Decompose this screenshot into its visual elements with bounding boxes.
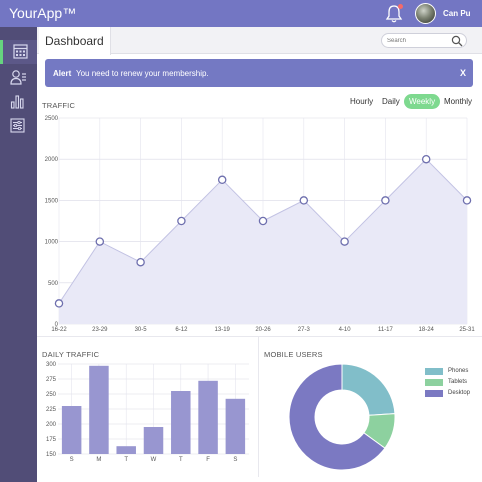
sidebar-item-members[interactable] [0, 65, 37, 89]
sidebar-item-charts[interactable] [0, 90, 37, 114]
section-divider [37, 336, 482, 337]
traffic-point [421, 154, 431, 164]
daily-bar [61, 406, 82, 454]
traffic-point [95, 237, 105, 246]
user-name[interactable]: Can Pu [443, 9, 471, 18]
search-input[interactable] [387, 36, 447, 46]
settings-sliders-icon [10, 118, 25, 133]
y-tick-label: 225 [46, 407, 57, 413]
sidebar-item-dashboard[interactable] [0, 40, 37, 64]
search-box [381, 33, 467, 48]
traffic-point [340, 237, 349, 246]
range-monthly[interactable]: Monthly [444, 97, 472, 106]
y-tick-label: 300 [46, 362, 57, 368]
traffic-point [136, 257, 145, 267]
avatar[interactable] [415, 3, 436, 24]
traffic-point [299, 196, 309, 205]
users-icon [10, 70, 26, 85]
app-title: YourApp™ [9, 5, 77, 21]
x-tick-label: M [96, 457, 101, 463]
y-tick-label: 175 [46, 437, 57, 443]
x-tick-label: 11-17 [378, 327, 394, 333]
alert-banner: Alert You need to renew your membership.… [45, 59, 473, 87]
daily-bar [89, 365, 109, 454]
legend-desktop: Desktop [448, 390, 471, 396]
traffic-point [54, 299, 64, 308]
daily-bar [198, 380, 218, 454]
traffic-title: TRAFFIC [42, 101, 76, 110]
x-tick-label: T [179, 457, 183, 463]
legend-swatch-phones [425, 368, 443, 375]
main-content: Dashboard Alert You need to renew your m… [37, 27, 482, 482]
sidebar-item-settings[interactable] [0, 114, 37, 138]
range-hourly[interactable]: Hourly [350, 97, 373, 106]
range-weekly[interactable]: Weekly [404, 94, 441, 109]
x-tick-label: 13-19 [215, 327, 231, 333]
daily-traffic-title: DAILY TRAFFIC [42, 350, 100, 359]
y-tick-label: 275 [46, 377, 57, 383]
daily-traffic-chart: 150 175 200 225 250 275 300 S M T W T F S [46, 362, 249, 463]
alert-title: Alert [53, 69, 72, 78]
traffic-point [381, 196, 390, 205]
x-tick-label: 27-3 [298, 327, 311, 333]
y-tick-label: 1000 [45, 240, 59, 246]
x-tick-label: W [151, 457, 157, 463]
y-tick-label: 250 [46, 392, 57, 398]
x-tick-label: 20-26 [255, 327, 271, 333]
mobile-users-title: MOBILE USERS [264, 350, 323, 359]
range-daily[interactable]: Daily [382, 97, 400, 106]
x-tick-label: T [124, 457, 128, 463]
x-tick-label: 6-12 [175, 327, 188, 333]
y-tick-label: 500 [48, 281, 59, 287]
traffic-point [462, 196, 472, 205]
bar-chart-icon [10, 95, 24, 109]
legend-swatch-desktop [425, 390, 443, 397]
x-tick-label: 18-24 [419, 327, 435, 333]
donut-slice-phones [341, 363, 396, 416]
daily-bar [143, 427, 164, 454]
traffic-point [217, 175, 227, 185]
y-tick-label: 1500 [45, 198, 59, 204]
top-bar: YourApp™ Can Pu [0, 0, 482, 27]
x-tick-label: 16-22 [51, 327, 67, 333]
x-tick-label: F [206, 457, 210, 463]
legend-phones: Phones [448, 368, 469, 374]
legend-tablets: Tablets [448, 379, 468, 385]
tab-dashboard[interactable]: Dashboard [39, 27, 111, 55]
daily-bar [116, 446, 136, 454]
dashboard-icon [13, 44, 28, 59]
y-tick-label: 2000 [45, 157, 59, 163]
alert-close-button[interactable]: X [460, 68, 466, 78]
x-tick-label: 30-5 [135, 327, 148, 333]
traffic-chart: 0500100015002000250016-22 23-29 30-5 6-12 13… [45, 116, 476, 333]
x-tick-label: S [233, 457, 237, 463]
traffic-point [258, 216, 268, 226]
alert-message: You need to renew your membership. [76, 69, 209, 78]
daily-bar [225, 398, 246, 454]
x-tick-label: 23-29 [92, 327, 108, 333]
legend-swatch-tablets [425, 379, 443, 386]
search-icon[interactable] [451, 35, 463, 47]
x-tick-label: 4-10 [339, 327, 352, 333]
y-tick-label: 150 [46, 452, 57, 458]
y-tick-label: 200 [46, 422, 57, 428]
sidebar [0, 27, 37, 482]
mobile-users-chart [288, 363, 396, 471]
daily-bar [171, 391, 191, 454]
x-tick-label: S [70, 457, 74, 463]
tab-bar: Dashboard [37, 27, 482, 55]
y-tick-label: 2500 [45, 116, 59, 122]
notification-dot [398, 4, 403, 9]
traffic-point [177, 216, 186, 226]
x-tick-label: 25-31 [459, 327, 475, 333]
